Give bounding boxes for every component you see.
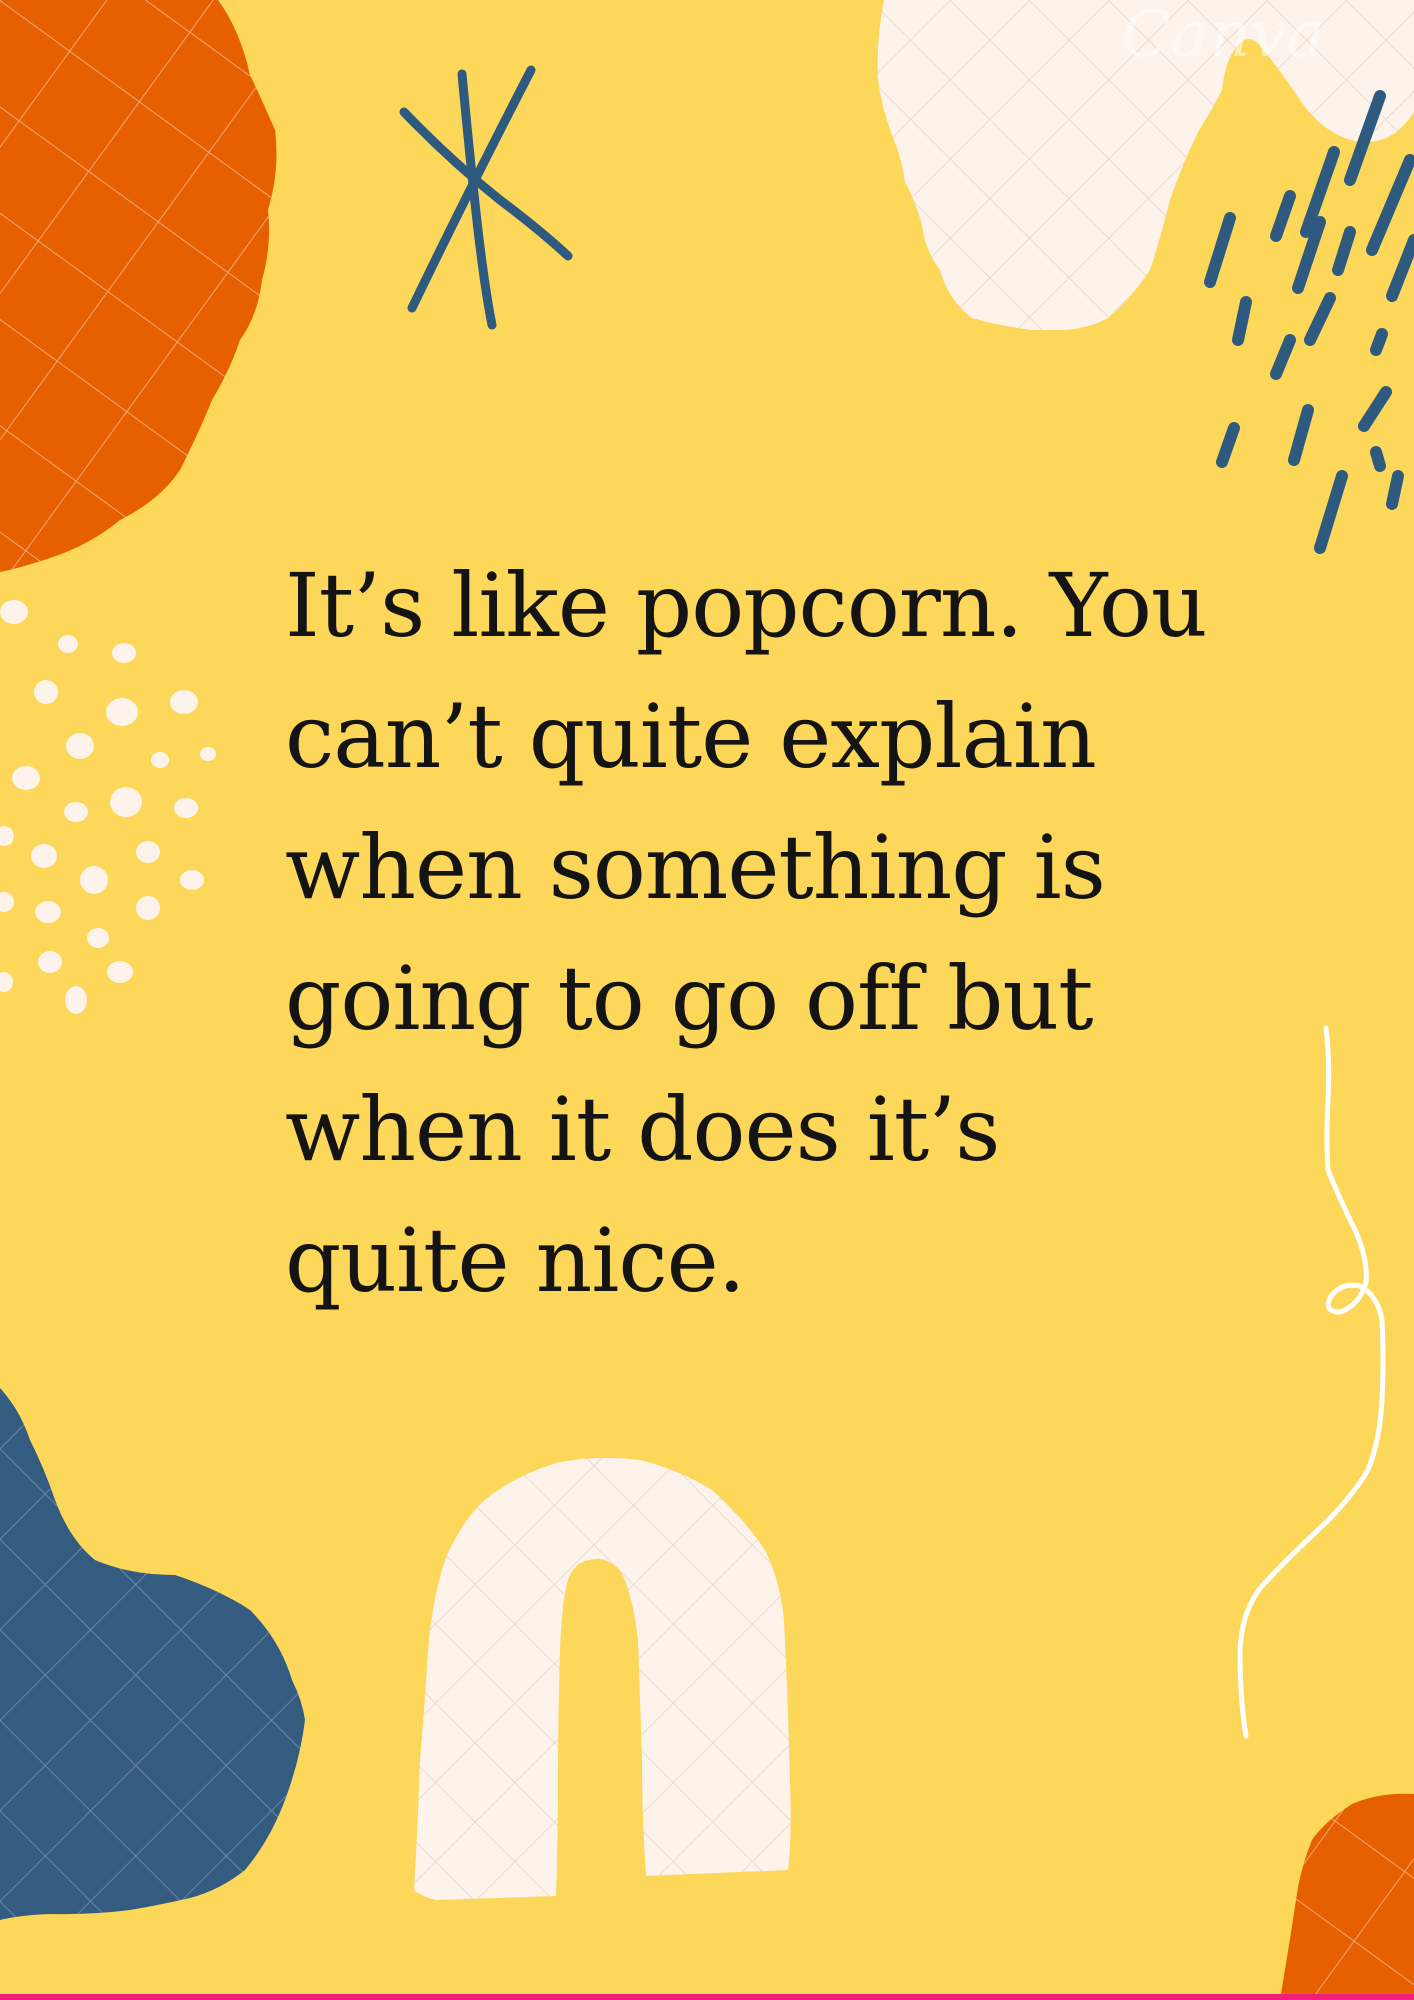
cream-arch-icon [414,1457,791,1900]
squiggle-line-icon [1237,1025,1386,1739]
asterisk-doodle-icon [399,65,573,330]
poster-canvas: Canva It’s like popcorn. You can’t quite… [0,0,1414,2000]
canva-watermark: Canva [1122,0,1325,72]
navy-blob-icon [0,1388,305,1920]
orange-blob-icon [0,0,277,572]
dot-cluster-icon [0,600,216,1014]
bottom-accent-bar [0,1994,1414,2000]
orange-corner-blob-icon [1280,1793,1414,2000]
quote-text: It’s like popcorn. You can’t quite expla… [285,554,1208,1312]
dash-rain-icon [1204,90,1414,554]
